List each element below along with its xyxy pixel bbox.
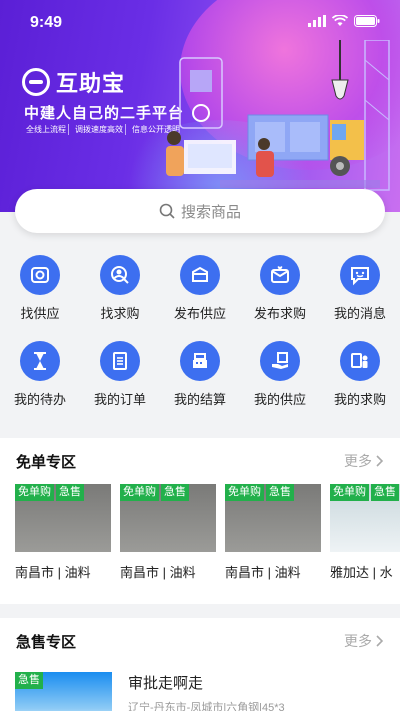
tag-urgent: 急售	[15, 672, 43, 689]
message-icon	[340, 255, 380, 295]
tag-free: 免单购	[330, 484, 369, 501]
action-my-supply[interactable]: 我的供应	[240, 341, 320, 427]
action-publish-supply[interactable]: 发布供应	[160, 255, 240, 341]
tag-urgent: 急售	[56, 484, 84, 501]
hero-banner[interactable]: 9:49 互助宝 中建人自己的二手平台 全线上流程 调拨速度高效 信息公开透明	[0, 0, 400, 212]
action-label: 我的消息	[333, 306, 386, 321]
wifi-icon	[332, 15, 348, 26]
action-label: 找求购	[100, 306, 140, 321]
section-title: 免单专区	[16, 453, 77, 471]
tag-free: 免单购	[15, 484, 54, 501]
product-image: 免单购 急售	[120, 484, 216, 552]
action-my-demand[interactable]: 我的求购	[320, 341, 400, 427]
product-title: 雅加达 | 水	[330, 565, 393, 580]
action-find-supply[interactable]: 找供应	[0, 255, 80, 341]
product-location: 辽宁-丹东市-凤城市|六角钢|45*3	[128, 702, 285, 711]
product-card[interactable]: 免单购 急售 南昌市 | 油料	[15, 484, 111, 600]
free-order-list: 免单购 急售 南昌市 | 油料 免单购 急售 南昌市 | 油料 免单购 急售 南昌市 …	[0, 484, 400, 600]
action-find-demand[interactable]: 找求购	[80, 255, 160, 341]
more-label: 更多	[344, 633, 372, 649]
signal-icon	[308, 15, 326, 27]
product-card[interactable]: 免单购 急售 南昌市 | 油料	[225, 484, 321, 600]
brand-logo: 互助宝	[22, 66, 125, 98]
product-card[interactable]: 免单购 急售 雅加达 | 水	[330, 484, 400, 600]
logo-icon	[22, 68, 50, 96]
product-image: 免单购 急售	[15, 484, 111, 552]
home-screen: 9:49 互助宝 中建人自己的二手平台 全线上流程 调拨速度高效 信息公开透明	[0, 0, 400, 711]
urgent-sale-section: 急售专区 更多 急售 审批走啊走 辽宁-丹东市-凤城市|六角钢|45*3	[0, 618, 400, 711]
cash-register-icon	[180, 341, 220, 381]
chevron-right-icon	[376, 635, 384, 647]
publish-demand-icon	[260, 255, 300, 295]
my-demand-icon	[340, 341, 380, 381]
product-image: 免单购 急售	[225, 484, 321, 552]
quick-actions-grid: 找供应 找求购 发布供应 发布求购 我的消息 我的待办 我的订单 我的结算 我的…	[0, 255, 400, 427]
construction-illustration	[166, 40, 390, 191]
search-bar[interactable]: 搜索商品	[15, 189, 385, 233]
search-placeholder: 搜索商品	[180, 203, 241, 221]
action-label: 我的订单	[93, 392, 146, 407]
section-header: 免单专区 更多	[0, 438, 400, 484]
list-item[interactable]: 急售 审批走啊走 辽宁-丹东市-凤城市|六角钢|45*3	[0, 664, 400, 711]
action-label: 发布求购	[253, 306, 306, 321]
action-label: 找供应	[20, 306, 60, 321]
feature-text: 调拨速度高效	[73, 124, 126, 135]
product-title: 审批走啊走	[128, 675, 204, 692]
product-card[interactable]: 免单购 急售 南昌市 | 油料	[120, 484, 216, 600]
section-header: 急售专区 更多	[0, 618, 400, 664]
action-publish-demand[interactable]: 发布求购	[240, 255, 320, 341]
search-icon	[159, 203, 175, 219]
more-link[interactable]: 更多	[344, 631, 384, 651]
feature-text: 全线上流程	[24, 124, 69, 135]
product-title: 南昌市 | 油料	[225, 565, 301, 580]
action-my-settlement[interactable]: 我的结算	[160, 341, 240, 427]
action-label: 我的待办	[13, 392, 66, 407]
action-label: 我的供应	[253, 392, 306, 407]
action-label: 我的结算	[173, 392, 226, 407]
product-title: 南昌市 | 油料	[120, 565, 196, 580]
product-image: 急售	[15, 672, 112, 711]
tag-urgent: 急售	[371, 484, 399, 501]
action-label: 我的求购	[333, 392, 386, 407]
action-my-todo[interactable]: 我的待办	[0, 341, 80, 427]
list-item-text: 审批走啊走 辽宁-丹东市-凤城市|六角钢|45*3	[128, 672, 285, 711]
tag-free: 免单购	[225, 484, 264, 501]
free-order-section: 免单专区 更多 免单购急售 南昌市 | 油料 免单购急售 南昌市 | 油料	[0, 438, 400, 604]
publish-supply-icon	[180, 255, 220, 295]
find-supply-icon	[20, 255, 60, 295]
product-image: 免单购 急售	[330, 484, 400, 552]
tag-urgent: 急售	[266, 484, 294, 501]
action-my-messages[interactable]: 我的消息	[320, 255, 400, 341]
tag-urgent: 急售	[161, 484, 189, 501]
status-bar: 9:49	[0, 0, 400, 44]
status-icons	[308, 15, 380, 27]
chevron-right-icon	[376, 455, 384, 467]
product-title: 南昌市 | 油料	[15, 565, 91, 580]
battery-icon	[354, 15, 380, 27]
brand-name: 互助宝	[56, 71, 126, 96]
find-demand-icon	[100, 255, 140, 295]
more-link[interactable]: 更多	[344, 451, 384, 471]
action-my-orders[interactable]: 我的订单	[80, 341, 160, 427]
my-supply-icon	[260, 341, 300, 381]
section-title: 急售专区	[16, 633, 77, 651]
status-time: 9:49	[30, 14, 63, 31]
action-label: 发布供应	[173, 306, 226, 321]
more-label: 更多	[344, 453, 372, 469]
order-icon	[100, 341, 140, 381]
hero-features: 全线上流程 调拨速度高效 信息公开透明	[24, 124, 182, 135]
tag-free: 免单购	[120, 484, 159, 501]
hourglass-icon	[20, 341, 60, 381]
